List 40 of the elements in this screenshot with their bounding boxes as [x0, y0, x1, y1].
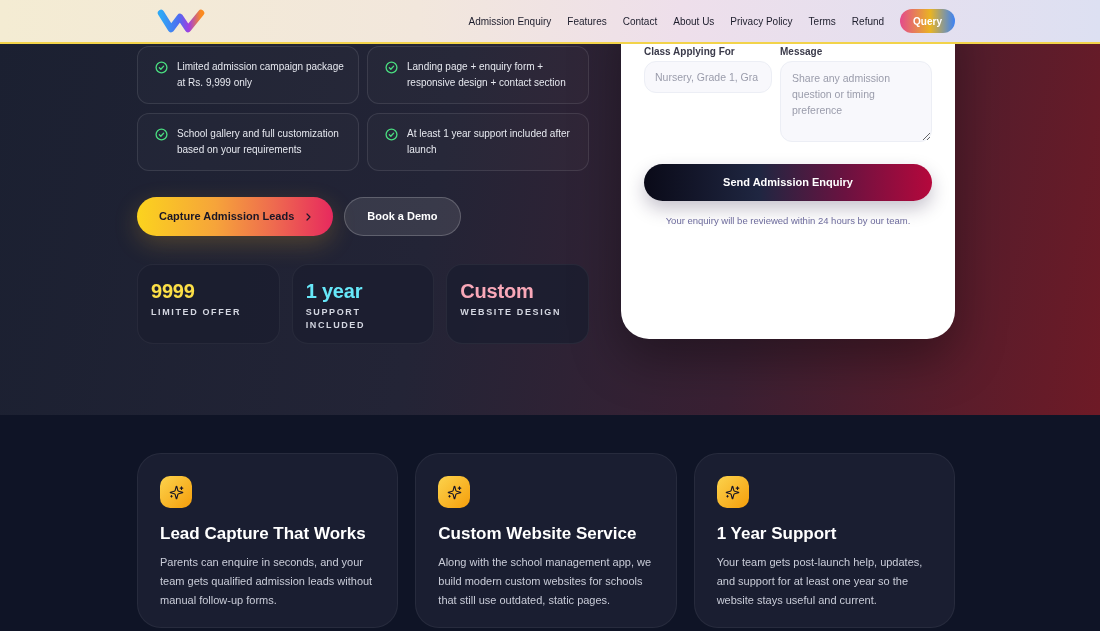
stat-value: 1 year — [305, 279, 364, 303]
nav-link[interactable]: Privacy Policy — [730, 13, 793, 29]
feature-description: Parents can enquire in seconds, and your team gets qualified admission leads without manual follow-up forms. — [160, 555, 374, 608]
feature-title: Lead Capture That Works — [160, 523, 367, 545]
stat-value: Custom — [460, 279, 535, 303]
check-circle-icon — [155, 61, 168, 74]
send-enquiry-button[interactable]: Send Admission Enquiry — [644, 164, 932, 201]
nav-link[interactable]: Admission Enquiry — [468, 13, 552, 29]
field-label: Class Applying For — [644, 46, 736, 58]
check-circle-icon — [385, 61, 398, 74]
highlight-text: Limited admission campaign package at Rs. 9,999 only — [177, 60, 345, 90]
highlight-text: School gallery and full customization based on your requirements — [177, 127, 340, 157]
stat-value: 9999 — [151, 279, 196, 303]
highlight-text: At least 1 year support included after launch — [407, 127, 571, 157]
sparkles-icon — [716, 476, 749, 508]
feature-description: Along with the school management app, we build modern custom websites for schools that still use outdated, static pages. — [438, 555, 653, 608]
capture-leads-button[interactable]: Capture Admission Leads — [137, 197, 334, 236]
check-circle-icon — [155, 128, 168, 141]
feature-description: Your team gets post-launch help, updates, and support for at least one year so the website stays useful and current. — [716, 555, 924, 608]
sparkles-icon — [160, 476, 192, 508]
chevron-right-icon — [306, 212, 312, 221]
nav-link[interactable]: About Us — [673, 13, 715, 29]
stat-label: LIMITED OFFER — [151, 306, 243, 319]
feature-title: Custom Website Service — [438, 523, 638, 545]
feature-title: 1 Year Support — [716, 523, 838, 545]
nav-link[interactable]: Contact — [622, 13, 658, 29]
field-label: Message — [780, 46, 824, 58]
nav-link[interactable]: Features — [567, 13, 607, 29]
check-circle-icon — [385, 128, 398, 141]
nav-link[interactable]: Refund — [851, 13, 885, 29]
stat-label: WEBSITE DESIGN — [460, 306, 562, 319]
sparkles-icon — [438, 476, 471, 508]
stat-label: SUPPORT INCLUDED — [305, 306, 367, 332]
highlight-text: Landing page + enquiry form + responsive design + contact section — [407, 60, 567, 90]
message-textarea[interactable]: Share any admission question or timing preference — [780, 61, 932, 142]
w-logo-icon[interactable] — [157, 9, 205, 33]
class-input[interactable]: Nursery, Grade 1, Gra — [644, 61, 772, 93]
form-note: Your enquiry will be reviewed within 24 hours by our team. — [664, 214, 912, 228]
nav-link[interactable]: Terms — [808, 13, 836, 29]
book-demo-button[interactable]: Book a Demo — [344, 197, 461, 236]
